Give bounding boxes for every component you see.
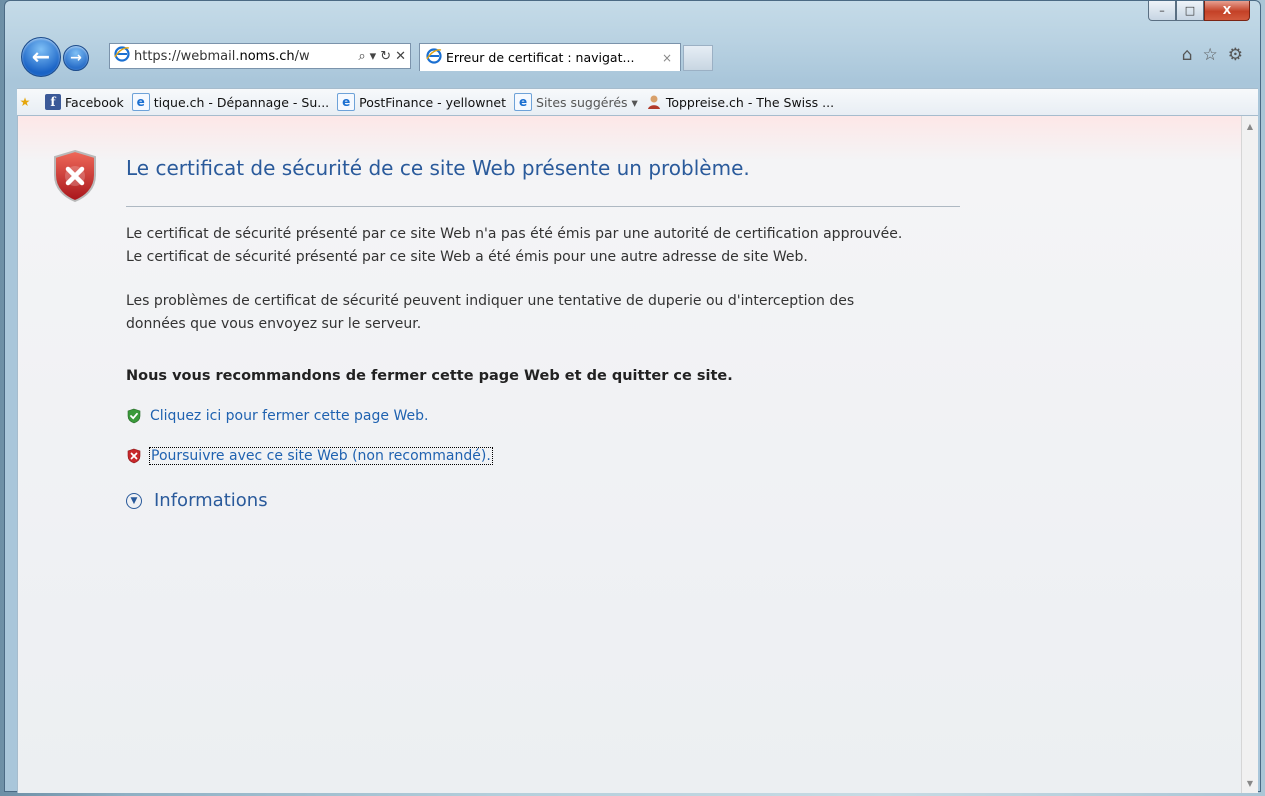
search-icon[interactable]: ⌕: [358, 49, 365, 64]
browser-command-icons: ⌂ ☆ ⚙: [1182, 45, 1243, 65]
favorites-add-icon: ★: [19, 95, 31, 109]
green-shield-check-icon: [126, 408, 142, 424]
favorite-label: Facebook: [65, 94, 124, 110]
maximize-button[interactable]: □: [1176, 1, 1204, 21]
vertical-scrollbar[interactable]: ▲ ▼: [1241, 116, 1258, 793]
divider: [126, 206, 960, 207]
favorite-facebook[interactable]: f Facebook: [45, 94, 124, 110]
favorite-suggested-sites[interactable]: e Sites suggérés ▾: [514, 93, 638, 111]
stop-icon[interactable]: ✕: [395, 49, 406, 64]
warning-line-2: données que vous envoyez sur le serveur.: [126, 316, 422, 332]
favorites-star-icon[interactable]: ☆: [1203, 45, 1218, 65]
home-icon[interactable]: ⌂: [1182, 45, 1193, 65]
toppreise-icon: [646, 94, 662, 110]
ie-page-icon: e: [131, 93, 150, 111]
scroll-up-icon[interactable]: ▲: [1242, 118, 1258, 134]
ie-page-icon: e: [514, 93, 533, 111]
error-shield-icon: [52, 149, 98, 203]
favorite-label: tique.ch - Dépannage - Su...: [153, 94, 330, 110]
close-window-button[interactable]: X: [1204, 1, 1250, 21]
page-content: Le certificat de sécurité de ce site Web…: [17, 116, 1258, 793]
warning-line-1: Les problèmes de certificat de sécurité …: [126, 293, 855, 309]
minimize-button[interactable]: –: [1148, 1, 1176, 21]
issue-wrong-address: Le certificat de sécurité présenté par c…: [126, 249, 808, 265]
arrow-left-icon: ←: [31, 44, 51, 70]
close-page-link-label[interactable]: Cliquez ici pour fermer cette page Web.: [150, 408, 428, 424]
information-label: Informations: [154, 490, 268, 511]
arrow-right-icon: →: [70, 50, 82, 66]
ie-page-icon: [114, 46, 130, 66]
tab-title: Erreur de certificat : navigat...: [446, 50, 635, 65]
continue-to-site-link[interactable]: Poursuivre avec ce site Web (non recomma…: [126, 447, 493, 465]
close-page-link[interactable]: Cliquez ici pour fermer cette page Web.: [126, 408, 428, 424]
address-url: https://webmail.noms.ch/w: [134, 48, 310, 64]
browser-window: – □ X ← → https://webmail.noms.ch/w ⌕ ▾ …: [4, 0, 1261, 793]
ie-page-icon: [426, 48, 442, 67]
favorite-toppreise[interactable]: Toppreise.ch - The Swiss ...: [646, 94, 834, 110]
warning-explanation-text: Les problèmes de certificat de sécurité …: [126, 290, 854, 336]
issue-untrusted-ca: Le certificat de sécurité présenté par c…: [126, 226, 903, 242]
address-bar[interactable]: https://webmail.noms.ch/w ⌕ ▾ ↻ ✕: [109, 43, 411, 69]
facebook-icon: f: [45, 94, 61, 110]
red-shield-x-icon: [126, 448, 142, 464]
navigation-bar: ← → https://webmail.noms.ch/w ⌕ ▾ ↻ ✕ Er…: [21, 37, 1251, 77]
recommendation-text: Nous vous recommandons de fermer cette p…: [126, 368, 733, 384]
forward-button[interactable]: →: [63, 45, 89, 71]
ie-page-icon: e: [337, 93, 356, 111]
tab-certificate-error[interactable]: Erreur de certificat : navigat... ×: [419, 43, 681, 71]
expand-chevron-icon: ▼: [126, 492, 142, 509]
favorite-label: Sites suggérés ▾: [536, 94, 638, 110]
chevron-down-icon[interactable]: ▾: [370, 49, 377, 64]
gear-icon[interactable]: ⚙: [1228, 45, 1243, 65]
more-information-toggle[interactable]: ▼ Informations: [126, 490, 268, 511]
new-tab-button[interactable]: [683, 45, 713, 71]
page-title: Le certificat de sécurité de ce site Web…: [126, 156, 750, 180]
continue-link-label[interactable]: Poursuivre avec ce site Web (non recomma…: [149, 447, 493, 465]
address-tools: ⌕ ▾ ↻ ✕: [358, 49, 410, 64]
scroll-down-icon[interactable]: ▼: [1242, 775, 1258, 791]
favorite-label: Toppreise.ch - The Swiss ...: [665, 94, 835, 110]
favorites-bar: ★ f Facebook e tique.ch - Dépannage - Su…: [17, 88, 1258, 116]
add-favorites-button[interactable]: ★: [17, 94, 37, 110]
refresh-icon[interactable]: ↻: [380, 49, 391, 64]
window-caption-buttons: – □ X: [1148, 1, 1250, 23]
favorite-label: PostFinance - yellownet: [359, 94, 507, 110]
close-tab-icon[interactable]: ×: [662, 51, 680, 65]
favorite-postfinance[interactable]: e PostFinance - yellownet: [337, 93, 506, 111]
certificate-issues-text: Le certificat de sécurité présenté par c…: [126, 223, 902, 269]
favorite-tique[interactable]: e tique.ch - Dépannage - Su...: [131, 93, 330, 111]
back-button[interactable]: ←: [21, 37, 61, 77]
